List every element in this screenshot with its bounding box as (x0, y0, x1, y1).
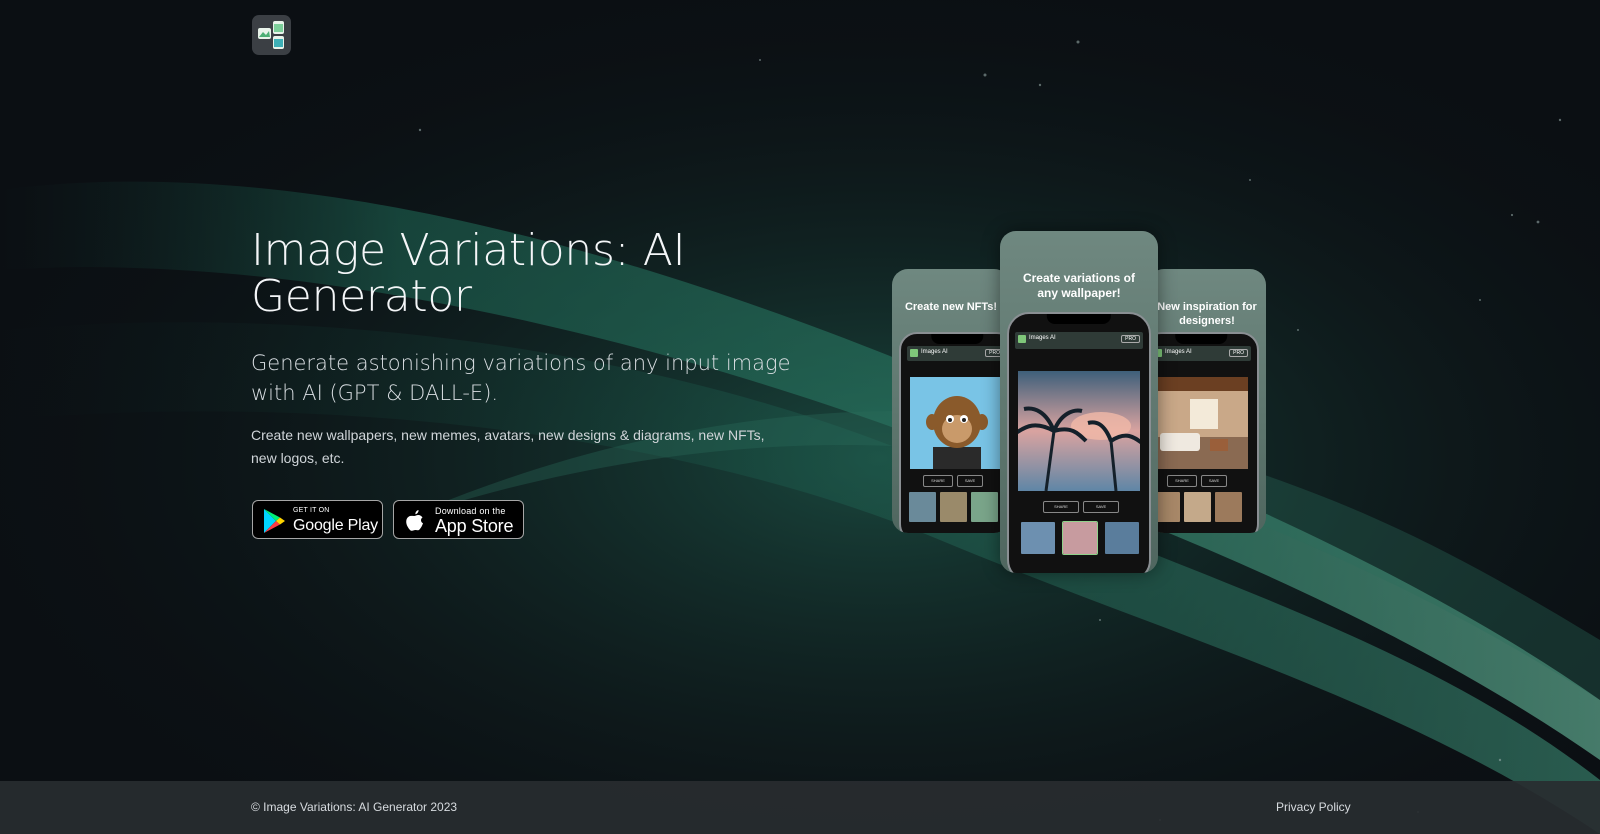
google-play-small-label: GET IT ON (293, 507, 330, 514)
screenshot-left-caption: Create new NFTs! (904, 301, 998, 313)
screenshot-right-caption: New inspiration for designers! (1157, 301, 1257, 327)
screenshot-left: Create new NFTs! Images AI PRO SHARE SAV… (892, 269, 1010, 533)
hero-description: Create new wallpapers, new memes, avatar… (251, 427, 765, 466)
page-title: Image Variations: AI Generator (251, 225, 686, 322)
background-aurora (0, 0, 1600, 834)
phone-mockup-right: Images AI PRO SHARE SAVE (1148, 332, 1259, 533)
screenshot-right: New inspiration for designers! Images AI… (1148, 269, 1266, 533)
footer-copyright: © Image Variations: AI Generator 2023 (251, 800, 458, 814)
app-store-small-label: Download on the (435, 506, 506, 516)
screenshot-center: Create variations of any wallpaper! Imag… (1000, 231, 1158, 573)
phone-mockup-center: Images AI PRO SHARE SAVE (1007, 312, 1151, 573)
privacy-policy-link[interactable]: Privacy Policy (1276, 800, 1351, 814)
app-bar: Images AI PRO (1151, 346, 1251, 361)
interior-design-image (1152, 377, 1250, 469)
image-variations-logo-icon (258, 21, 284, 49)
hero-subtitle: Generate astonishing variations of any i… (251, 351, 791, 405)
google-play-button[interactable]: GET IT ON Google Play (252, 500, 383, 539)
app-logo[interactable] (252, 15, 291, 55)
footer: © Image Variations: AI Generator 2023 Pr… (0, 781, 1600, 834)
app-bar: Images AI PRO (1015, 332, 1143, 349)
apple-icon (406, 510, 423, 531)
app-store-button[interactable]: Download on the App Store (393, 500, 524, 539)
phone-mockup-left: Images AI PRO SHARE SAVE (899, 332, 1010, 533)
google-play-label: Google Play (293, 517, 378, 534)
google-play-icon (264, 509, 285, 533)
palm-wallpaper-image (1014, 371, 1144, 492)
nft-ape-image (908, 377, 1006, 469)
app-store-label: App Store (435, 516, 514, 536)
screenshot-center-caption: Create variations of any wallpaper! (1022, 271, 1136, 300)
app-bar: Images AI PRO (907, 346, 1007, 361)
